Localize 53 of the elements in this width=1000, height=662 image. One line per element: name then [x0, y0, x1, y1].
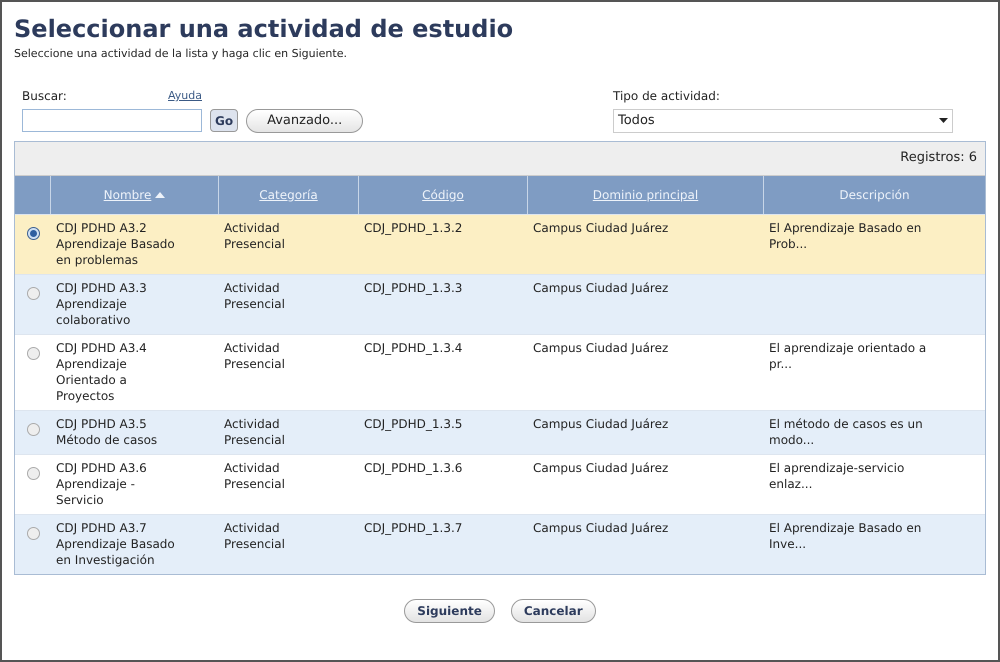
table-row[interactable]: CDJ PDHD A3.3 Aprendizaje colaborativo Actividad Presencial CDJ_PDHD_1.3.3 Campus Ciudad Juárez — [15, 274, 985, 334]
table-cell: El aprendizaje-servicio enlaz... — [769, 460, 904, 490]
table-cell: CDJ PDHD A3.2 Aprendizaje Basado en problemas — [56, 220, 175, 266]
page-title: Seleccionar una actividad de estudio — [14, 14, 514, 44]
table-cell: Campus Ciudad Juárez — [533, 220, 668, 234]
radio-button[interactable] — [26, 466, 40, 480]
page-subtitle: Seleccione una actividad de la lista y haga clic en Siguiente. — [14, 46, 348, 62]
cancel-button[interactable]: Cancelar — [510, 598, 596, 622]
search-field[interactable] — [22, 109, 202, 132]
radio-button[interactable] — [26, 346, 40, 360]
radio-button[interactable] — [26, 286, 40, 300]
table-cell: CDJ PDHD A3.7 Aprendizaje Basado en Investigación — [56, 520, 175, 566]
table-cell: Actividad Presencial — [224, 520, 285, 550]
table-cell: CDJ PDHD A3.6 Aprendizaje - Servicio — [56, 460, 147, 506]
table-row[interactable]: CDJ PDHD A3.2 Aprendizaje Basado en problemas Actividad Presencial CDJ_PDHD_1.3.2 Campus Ciudad Juárez El Aprendizaje Basado en Prob... — [15, 214, 985, 274]
table-cell: El Aprendizaje Basado en Prob... — [769, 220, 922, 250]
column-header: Descripción — [839, 186, 910, 204]
table-cell: Actividad Presencial — [224, 220, 285, 250]
help-link[interactable]: Ayuda — [168, 88, 202, 104]
table-row[interactable]: CDJ PDHD A3.7 Aprendizaje Basado en Investigación Actividad Presencial CDJ_PDHD_1.3.7 Campus Ciudad Juárez El Aprendizaje Basado en Inve... — [15, 514, 985, 574]
activity-type-label: Tipo de actividad: — [613, 88, 721, 104]
table-cell: Actividad Presencial — [224, 416, 285, 446]
table-cell: El aprendizaje orientado a pr... — [769, 340, 926, 370]
activity-type-dropdown[interactable]: Todos — [613, 108, 953, 132]
table-cell: CDJ_PDHD_1.3.2 — [364, 220, 462, 234]
search-label: Buscar: — [22, 88, 67, 104]
table-cell: Actividad Presencial — [224, 280, 285, 310]
table-cell: Campus Ciudad Juárez — [533, 460, 668, 474]
table-cell: Actividad Presencial — [224, 340, 285, 370]
table-cell: El método de casos es un modo... — [769, 416, 923, 446]
table-cell: Campus Ciudad Juárez — [533, 520, 668, 534]
go-button[interactable]: Go — [210, 109, 238, 132]
radio-button[interactable] — [26, 422, 40, 436]
radio-button[interactable] — [26, 526, 40, 540]
table-cell: CDJ_PDHD_1.3.3 — [364, 280, 462, 294]
table-cell: CDJ_PDHD_1.3.6 — [364, 460, 462, 474]
table-cell: CDJ PDHD A3.4 Aprendizaje Orientado a Proyectos — [56, 340, 147, 402]
table-row[interactable]: CDJ PDHD A3.5 Método de casos Actividad Presencial CDJ_PDHD_1.3.5 Campus Ciudad Juárez El método de casos es un modo... — [15, 410, 985, 454]
next-button[interactable]: Siguiente — [404, 598, 495, 622]
table-cell: CDJ_PDHD_1.3.7 — [364, 520, 462, 534]
table-cell: CDJ PDHD A3.3 Aprendizaje colaborativo — [56, 280, 147, 326]
table-cell: CDJ_PDHD_1.3.4 — [364, 340, 462, 354]
table-cell: Campus Ciudad Juárez — [533, 340, 668, 354]
table-cell: Actividad Presencial — [224, 460, 285, 490]
table-cell: El Aprendizaje Basado en Inve... — [769, 520, 922, 550]
radio-button[interactable] — [26, 226, 40, 240]
table-cell: CDJ_PDHD_1.3.5 — [364, 416, 462, 430]
table-cell: Campus Ciudad Juárez — [533, 416, 668, 430]
table-cell: Campus Ciudad Juárez — [533, 280, 668, 294]
dropdown-caret-icon — [939, 118, 948, 123]
records-count: Registros: 6 — [900, 149, 977, 168]
table-cell: CDJ PDHD A3.5 Método de casos — [56, 416, 158, 446]
advanced-button[interactable]: Avanzado... — [246, 108, 364, 132]
